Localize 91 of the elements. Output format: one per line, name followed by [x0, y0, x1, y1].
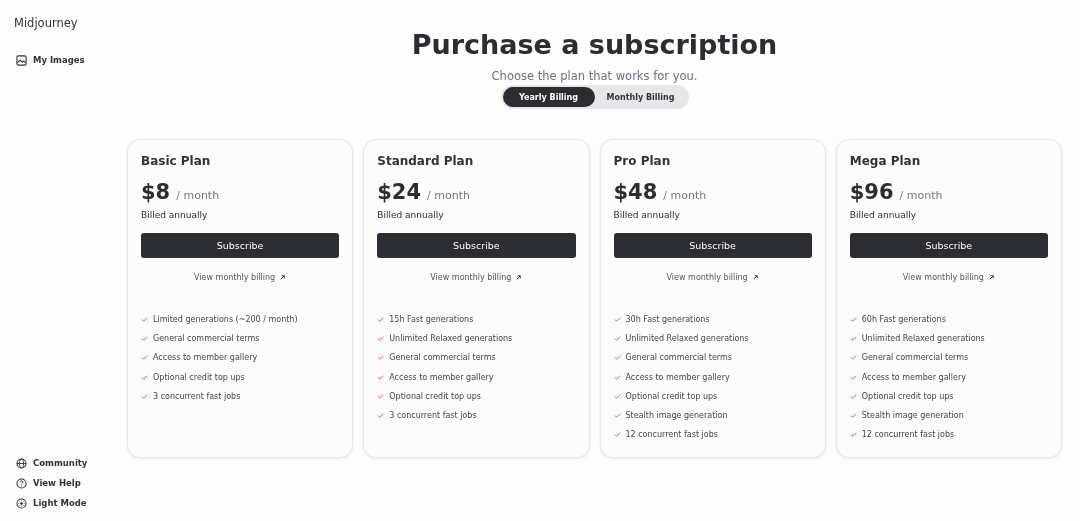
feature-text: Optional credit top ups [389, 391, 481, 401]
check-icon [141, 392, 148, 400]
feature-text: Unlimited Relaxed generations [389, 334, 513, 344]
check-icon [377, 392, 385, 400]
check-icon [613, 335, 621, 343]
check-icon [613, 316, 621, 324]
plan-price: $96 [849, 180, 894, 204]
image-icon [16, 54, 27, 66]
check-icon [613, 354, 621, 362]
billing-note: Billed annually [613, 210, 681, 220]
subscribe-button[interactable]: Subscribe [613, 233, 812, 258]
monthly-billing-link[interactable]: View monthly billing [902, 273, 995, 282]
page-subtitle: Choose the plan that works for you. [491, 69, 698, 83]
feature-text: Unlimited Relaxed generations [861, 334, 985, 344]
plan-name: Basic Plan [141, 154, 212, 168]
feature-text: Access to member gallery [625, 372, 730, 382]
feature-text: General commercial terms [153, 334, 260, 344]
check-icon [849, 392, 857, 400]
check-icon [377, 412, 385, 420]
check-icon [849, 354, 857, 362]
feature-text: 30h Fast generations [625, 315, 710, 325]
check-icon [613, 412, 621, 420]
feature-text: Access to member gallery [861, 372, 966, 382]
arrow-icon [279, 274, 287, 281]
price-period: / month [899, 189, 943, 202]
billing-note: Billed annually [141, 210, 209, 220]
subscribe-button[interactable]: Subscribe [849, 233, 1048, 258]
check-icon [377, 373, 385, 381]
feature-text: Access to member gallery [389, 372, 494, 382]
feature-text: Optional credit top ups [625, 391, 718, 401]
check-icon [613, 373, 621, 381]
check-icon [613, 392, 621, 400]
arrow-icon [987, 274, 995, 281]
feature-text: General commercial terms [389, 353, 496, 363]
brand-name: Midjourney [14, 16, 79, 30]
plan-name: Mega Plan [849, 154, 922, 168]
plan-price: $48 [613, 180, 658, 204]
billing-note: Billed annually [849, 210, 917, 220]
feature-text: Stealth image generation [861, 411, 964, 421]
arrow-icon [515, 274, 523, 281]
feature-text: General commercial terms [861, 353, 969, 363]
subscribe-button[interactable]: Subscribe [141, 233, 340, 258]
billing-tab[interactable]: Monthly Billing [594, 87, 687, 107]
price-period: / month [176, 189, 220, 202]
sidebar-item[interactable]: View Help [14, 473, 127, 493]
plan-price: $24 [377, 180, 422, 204]
check-icon [377, 316, 385, 324]
feature-text: 15h Fast generations [389, 315, 474, 325]
check-icon [849, 316, 857, 324]
monthly-billing-link[interactable]: View monthly billing [194, 273, 287, 282]
feature-text: Stealth image generation [625, 411, 728, 421]
check-icon [141, 316, 148, 324]
feature-text: Limited generations (~200 / month) [153, 315, 298, 325]
check-icon [849, 335, 857, 343]
plan-price: $8 [141, 180, 171, 204]
monthly-billing-link[interactable]: View monthly billing [666, 273, 759, 282]
globe-icon [16, 457, 27, 469]
billing-tab[interactable]: Yearly Billing [502, 87, 595, 107]
billing-note: Billed annually [377, 210, 445, 220]
check-icon [849, 431, 857, 439]
feature-text: 60h Fast generations [861, 315, 946, 325]
help-icon [16, 477, 27, 489]
monthly-billing-link[interactable]: View monthly billing [430, 273, 523, 282]
feature-text: General commercial terms [625, 353, 732, 363]
feature-text: Access to member gallery [153, 353, 258, 363]
feature-text: Unlimited Relaxed generations [625, 334, 749, 344]
check-icon [377, 335, 385, 343]
plan-name: Standard Plan [377, 154, 475, 168]
plan-name: Pro Plan [613, 154, 672, 168]
feature-text: 3 concurrent fast jobs [153, 391, 241, 401]
price-period: / month [663, 189, 707, 202]
feature-text: 12 concurrent fast jobs [861, 430, 955, 440]
subscribe-button[interactable]: Subscribe [377, 233, 576, 258]
arrow-icon [751, 274, 759, 281]
feature-text: Optional credit top ups [153, 372, 245, 382]
check-icon [141, 354, 148, 362]
check-icon [377, 354, 385, 362]
sidebar-item[interactable]: Community [14, 453, 127, 473]
page-title: Purchase a subscription [411, 28, 778, 62]
sun-icon [16, 497, 27, 509]
check-icon [141, 335, 148, 343]
check-icon [849, 412, 857, 420]
sidebar-item[interactable]: Light Mode [14, 493, 127, 513]
sidebar-item[interactable]: My Images [14, 50, 127, 70]
feature-text: 3 concurrent fast jobs [389, 411, 477, 421]
check-icon [613, 431, 621, 439]
feature-text: 12 concurrent fast jobs [625, 430, 718, 440]
price-period: / month [427, 189, 470, 202]
check-icon [141, 373, 148, 381]
check-icon [849, 373, 857, 381]
feature-text: Optional credit top ups [861, 391, 954, 401]
